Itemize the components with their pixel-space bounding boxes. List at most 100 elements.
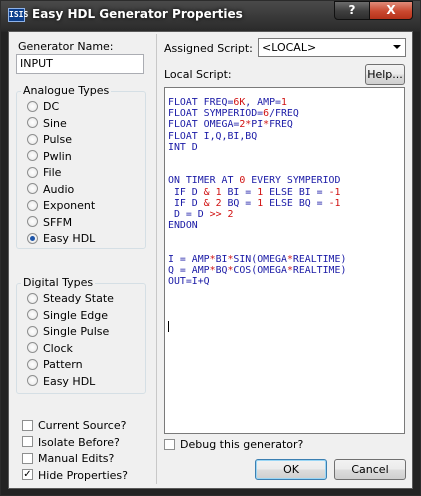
help-title-button[interactable]: ?: [334, 1, 370, 20]
code-line: IF D & 1 BI = 1 ELSE BI = -1: [168, 187, 346, 198]
radio-button[interactable]: [27, 216, 38, 227]
radio-button[interactable]: [27, 166, 38, 178]
digital-types-group: Digital Types Steady State Single Edge Sin…: [16, 276, 146, 394]
digital-type-pattern[interactable]: Pattern: [27, 358, 83, 374]
analogue-type-easy-hdl[interactable]: Easy HDL: [27, 232, 95, 248]
column-divider: [156, 34, 157, 484]
radio-button[interactable]: [27, 292, 38, 304]
radio-label: SFFM: [43, 215, 73, 229]
radio-label: Sine: [43, 116, 67, 130]
radio-button[interactable]: [27, 133, 38, 145]
code-token: FLOAT OMEGA=: [168, 119, 240, 131]
checkbox-label: Isolate Before?: [38, 435, 120, 449]
code-token: IF D: [168, 186, 204, 198]
checkbox-label: Hide Properties?: [38, 468, 129, 482]
code-line: ENDON: [168, 220, 346, 231]
radio-label: Pulse: [43, 133, 72, 146]
current-source-checkbox[interactable]: Current Source?: [22, 419, 126, 435]
analogue-type-exponent[interactable]: Exponent: [27, 199, 95, 215]
radio-label: Pwlin: [43, 149, 72, 163]
close-window-button[interactable]: X: [369, 1, 413, 20]
assigned-script-label: Assigned Script:: [164, 42, 253, 55]
assigned-script-value: <LOCAL>: [262, 41, 317, 54]
local-script-label: Local Script:: [164, 68, 232, 81]
ok-button[interactable]: OK: [255, 459, 327, 480]
code-token: ENDON: [168, 220, 198, 232]
local-script-editor[interactable]: FLOAT FREQ=6K, AMP=1 FLOAT SYMPERIOD=6/FR…: [164, 87, 405, 434]
code-token: -1: [328, 186, 341, 198]
analogue-type-audio[interactable]: Audio: [27, 183, 74, 199]
radio-label: Exponent: [43, 199, 96, 212]
radio-button[interactable]: [27, 358, 38, 370]
generator-name-label: Generator Name:: [18, 40, 114, 53]
manual-edits-checkbox[interactable]: Manual Edits?: [22, 452, 114, 468]
radio-label: Pattern: [43, 358, 83, 371]
analogue-type-dc[interactable]: DC: [27, 100, 59, 116]
radio-button[interactable]: [27, 375, 38, 386]
hide-properties-checkbox[interactable]: ✓ Hide Properties?: [22, 469, 128, 485]
code-token: SIN(OMEGA: [233, 253, 287, 265]
analogue-type-sine[interactable]: Sine: [27, 117, 67, 133]
checkbox-label: Current Source?: [38, 419, 127, 432]
dialog-window: ISIS Easy HDL Generator Properties ? X G…: [0, 0, 421, 496]
help-button[interactable]: Help...: [365, 64, 405, 85]
assigned-script-select[interactable]: <LOCAL>: [258, 38, 406, 57]
isolate-before-checkbox[interactable]: Isolate Before?: [22, 436, 120, 452]
analogue-types-group: Analogue Types DC Sine Pulse Pwlin File Audio…: [16, 84, 146, 249]
window-title: Easy HDL Generator Properties: [32, 7, 243, 21]
code-token: OUT=I+Q: [168, 276, 210, 287]
radio-button[interactable]: [27, 183, 38, 194]
code-token: IF D: [168, 197, 204, 209]
code-line: D = D >> 2: [168, 209, 346, 220]
radio-button[interactable]: [27, 199, 38, 211]
radio-button[interactable]: [27, 100, 38, 112]
code-token: FLOAT SYMPERIOD=: [168, 108, 264, 120]
analogue-type-sffm[interactable]: SFFM: [27, 216, 72, 232]
code-line: FLOAT SYMPERIOD=6/FREQ: [168, 108, 346, 119]
analogue-type-pulse[interactable]: Pulse: [27, 133, 72, 149]
radio-label: Single Edge: [43, 308, 108, 322]
digital-type-single-edge[interactable]: Single Edge: [27, 309, 108, 325]
code-token: FLOAT I,Q,BI,BQ: [168, 130, 258, 142]
script-code: FLOAT FREQ=6K, AMP=1 FLOAT SYMPERIOD=6/FR…: [168, 97, 346, 287]
title-bar[interactable]: ISIS Easy HDL Generator Properties ? X: [1, 1, 420, 31]
radio-label: DC: [43, 100, 60, 113]
generator-name-input[interactable]: INPUT: [16, 54, 144, 74]
checkbox-box[interactable]: [22, 452, 33, 464]
code-token: BQ: [215, 264, 228, 276]
checkbox-box[interactable]: [22, 419, 33, 431]
analogue-type-file[interactable]: File: [27, 166, 61, 182]
code-line: ON TIMER AT 0 EVERY SYMPERIOD: [168, 175, 346, 186]
radio-label: Easy HDL: [43, 232, 96, 245]
radio-button[interactable]: [27, 232, 38, 244]
code-token: COS(OMEGA: [233, 264, 287, 276]
radio-button[interactable]: [27, 150, 38, 161]
code-token: ON TIMER AT: [168, 175, 240, 187]
digital-type-steady-state[interactable]: Steady State: [27, 292, 114, 308]
code-token: BQ =: [221, 197, 258, 209]
checkbox-box[interactable]: [22, 436, 33, 447]
debug-generator-checkbox[interactable]: Debug this generator?: [164, 438, 303, 454]
radio-button[interactable]: [27, 342, 38, 353]
analogue-type-pwlin[interactable]: Pwlin: [27, 150, 72, 166]
digital-type-clock[interactable]: Clock: [27, 342, 73, 358]
checkmark-icon[interactable]: ✓: [22, 469, 33, 480]
radio-button[interactable]: [27, 117, 38, 128]
debug-checkbox-box[interactable]: [164, 438, 175, 450]
code-line: OUT=I+Q: [168, 276, 346, 287]
cancel-button[interactable]: Cancel: [334, 459, 406, 480]
radio-button[interactable]: [27, 325, 38, 337]
debug-checkbox-label: Debug this generator?: [180, 438, 304, 451]
radio-button[interactable]: [27, 309, 38, 320]
digital-type-single-pulse[interactable]: Single Pulse: [27, 325, 109, 341]
code-token: ELSE BQ =: [263, 197, 329, 209]
code-token: 1: [280, 97, 287, 108]
digital-type-easy-hdl[interactable]: Easy HDL: [27, 375, 95, 391]
chevron-down-icon: [393, 45, 401, 49]
dialog-body: Generator Name: INPUT Analogue Types DC S…: [8, 31, 413, 489]
analogue-types-title: Analogue Types: [21, 84, 112, 97]
code-token: D = D: [168, 208, 210, 220]
